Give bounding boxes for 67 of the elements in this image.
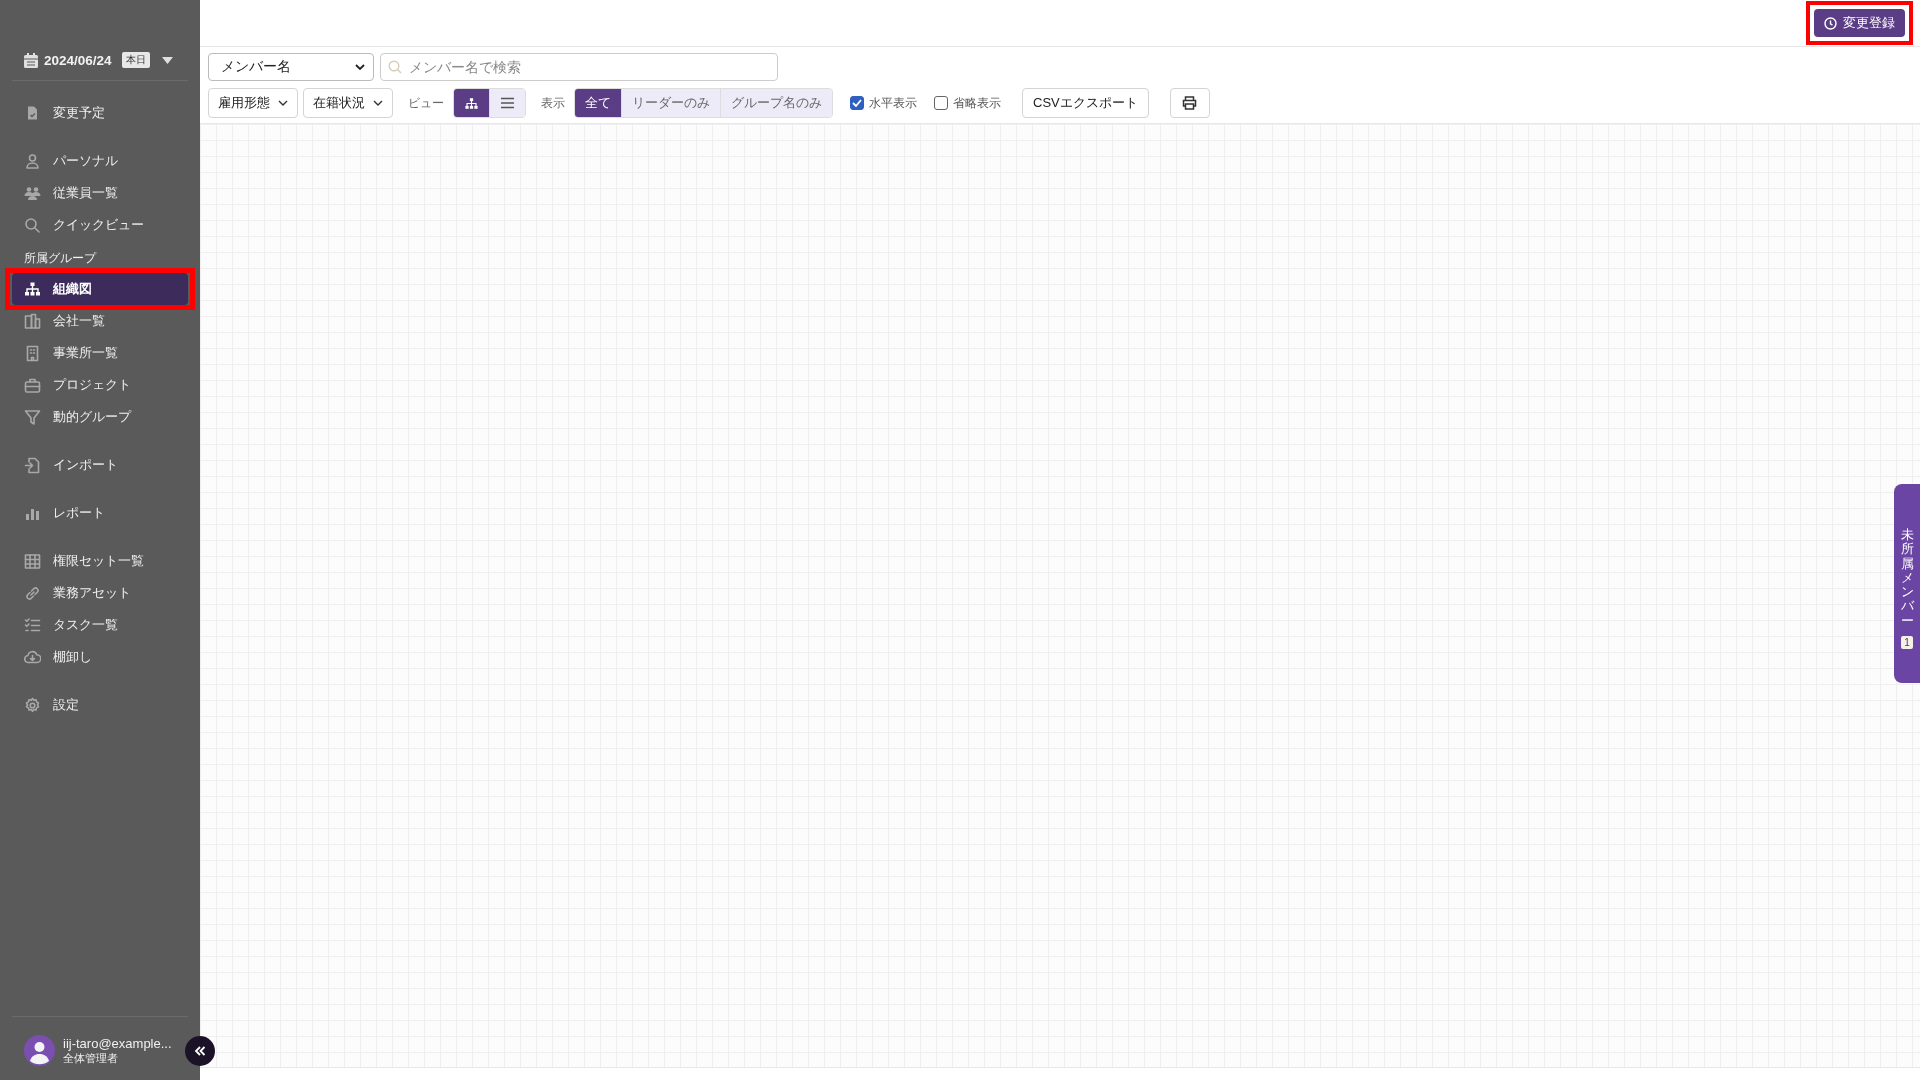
register-changes-button[interactable]: 変更登録	[1814, 9, 1905, 37]
buildings-icon	[24, 312, 41, 330]
display-option[interactable]: グループ名のみ	[721, 89, 832, 117]
sidebar-item[interactable]: 動的グループ	[12, 401, 188, 433]
chevron-down-icon	[373, 100, 383, 106]
list-icon	[500, 97, 515, 109]
org-chart-icon	[24, 280, 41, 298]
sidebar-item[interactable]: 事業所一覧	[12, 337, 188, 369]
checklist-icon	[24, 616, 41, 634]
view-toggle[interactable]	[490, 89, 525, 117]
dropdown-caret-icon[interactable]	[161, 56, 173, 64]
org-chart-icon	[464, 96, 479, 110]
chevron-down-icon	[355, 64, 365, 70]
display-option[interactable]: 全て	[575, 89, 622, 117]
cloud-download-icon	[24, 648, 41, 666]
section-label: 所属グループ	[23, 251, 98, 265]
filter-dropdown[interactable]: 雇用形態	[208, 88, 298, 118]
filter-icon	[24, 408, 41, 426]
building-icon	[24, 344, 41, 362]
unassigned-members-tab[interactable]: 未所属メンバー 1	[1894, 484, 1920, 683]
printer-icon	[1182, 96, 1198, 110]
grid-icon	[24, 552, 41, 570]
user-email: iij-taro@example...	[63, 1035, 172, 1051]
print-button[interactable]	[1169, 88, 1210, 118]
search-field-select[interactable]: メンバー名	[208, 53, 374, 81]
view-toggle[interactable]	[454, 89, 490, 117]
sidebar-item[interactable]: プロジェクト	[12, 369, 188, 401]
people-icon	[24, 184, 41, 202]
sidebar-item[interactable]: 変更予定	[12, 97, 188, 129]
sidebar-item[interactable]: 棚卸し	[12, 641, 188, 673]
user-role: 全体管理者	[63, 1051, 119, 1066]
briefcase-icon	[24, 376, 41, 394]
view-label: ビュー	[408, 94, 444, 112]
chevron-down-icon	[278, 100, 288, 106]
sidebar-item[interactable]: 設定	[12, 689, 188, 721]
collapse-button[interactable]	[185, 1036, 215, 1066]
clock-icon	[1824, 16, 1837, 30]
link-icon	[24, 584, 41, 602]
csv-export-button[interactable]: CSVエクスポート	[1022, 88, 1149, 118]
checkbox-label: 省略表示	[953, 94, 1001, 112]
import-icon	[24, 456, 41, 474]
avatar-icon	[24, 1035, 55, 1066]
filter-dropdown[interactable]: 在籍状況	[303, 88, 393, 118]
sidebar-item[interactable]: 業務アセット	[12, 577, 188, 609]
sidebar-item[interactable]: クイックビュー	[12, 209, 188, 241]
person-icon	[24, 152, 41, 170]
double-chevron-left-icon	[194, 1045, 206, 1057]
sidebar-item[interactable]: レポート	[12, 497, 188, 529]
sidebar-item[interactable]: 権限セット一覧	[12, 545, 188, 577]
display-label: 表示	[541, 94, 565, 112]
checkbox[interactable]	[934, 96, 948, 110]
calendar-icon	[24, 52, 38, 68]
sidebar-item[interactable]: パーソナル	[12, 145, 188, 177]
search-field[interactable]: メンバー名で検索	[380, 53, 778, 81]
sidebar-item[interactable]: タスク一覧	[12, 609, 188, 641]
sidebar-item[interactable]: 組織図	[12, 273, 188, 305]
count-badge: 1	[1901, 636, 1913, 650]
sidebar-item[interactable]: インポート	[12, 449, 188, 481]
date-text[interactable]: 2024/06/24	[44, 52, 112, 68]
today-badge: 本日	[121, 52, 150, 68]
sidebar-item[interactable]: 従業員一覧	[12, 177, 188, 209]
display-option[interactable]: リーダーのみ	[622, 89, 721, 117]
gear-icon	[24, 696, 41, 714]
checkbox[interactable]	[850, 96, 864, 110]
search-icon	[24, 216, 41, 234]
sidebar-item[interactable]: 会社一覧	[12, 305, 188, 337]
checkbox-label: 水平表示	[869, 94, 917, 112]
